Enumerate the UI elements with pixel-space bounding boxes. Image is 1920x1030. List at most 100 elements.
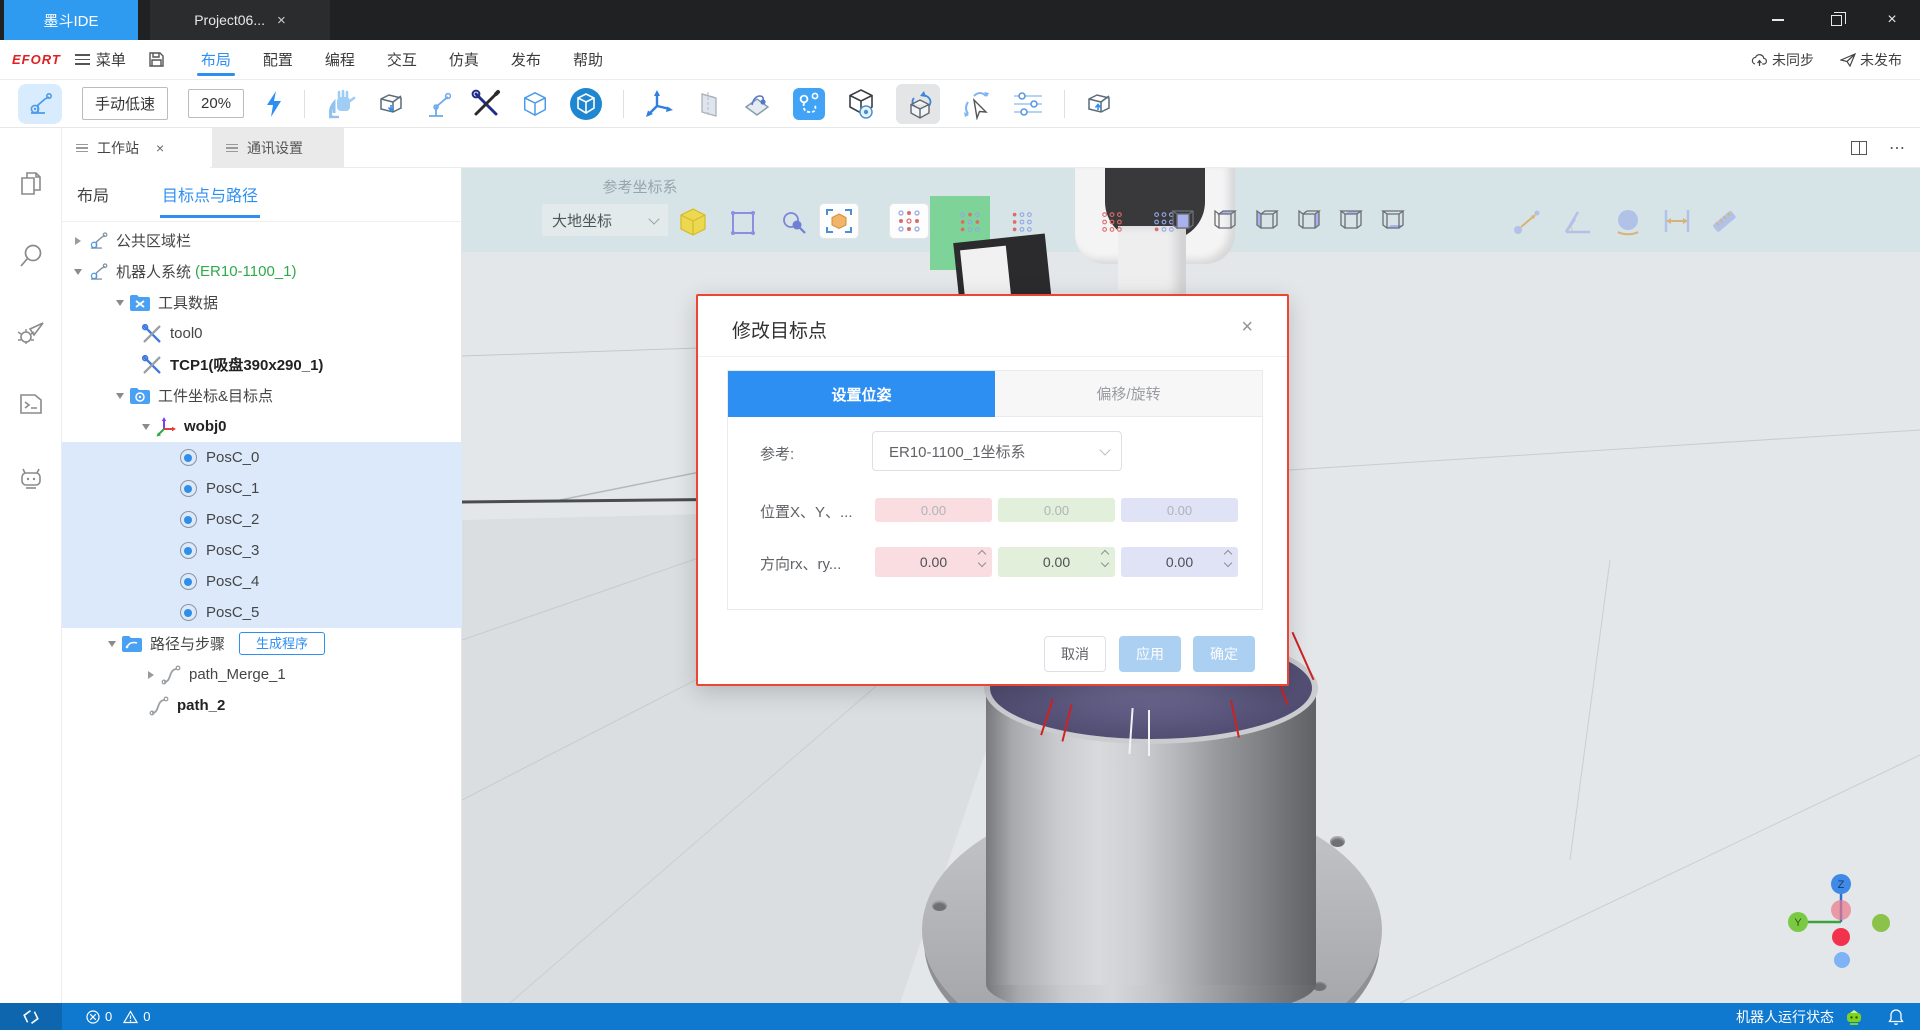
robot-arm-icon[interactable]	[425, 90, 451, 118]
orientation-gizmo[interactable]: Z Y	[1780, 850, 1920, 980]
yellow-cube-icon[interactable]	[678, 206, 708, 238]
restore-button[interactable]	[1808, 0, 1864, 40]
move-select-icon[interactable]	[960, 88, 992, 120]
subtab-targets-paths[interactable]: 目标点与路径	[162, 182, 258, 206]
tree-item-posc2[interactable]: PosC_2	[62, 504, 462, 535]
dialog-tab-offset-rotate[interactable]: 偏移/旋转	[995, 371, 1262, 417]
view-cube-right-icon[interactable]	[1294, 206, 1322, 234]
cancel-button[interactable]: 取消	[1044, 636, 1106, 672]
tab-close-icon[interactable]: ×	[156, 140, 164, 156]
measure-distance-icon[interactable]	[1512, 206, 1544, 236]
view-cube-button[interactable]	[569, 87, 603, 121]
point-grid-icon[interactable]	[1100, 210, 1124, 234]
quick-run-icon[interactable]	[264, 90, 284, 118]
position-x-field[interactable]: 0.00	[875, 498, 992, 522]
sidebar-item-terminal[interactable]	[0, 376, 62, 432]
menu-item-simulate[interactable]: 仿真	[447, 40, 481, 80]
menu-item-publish[interactable]: 发布	[509, 40, 543, 80]
apply-button[interactable]: 应用	[1119, 636, 1181, 672]
tree-item-common-area[interactable]: 公共区域栏	[62, 225, 462, 256]
frame-cube-icon[interactable]	[820, 204, 858, 238]
spinner-arrows[interactable]	[979, 551, 985, 566]
chevron-right-icon[interactable]	[143, 671, 159, 679]
chevron-down-icon[interactable]	[70, 269, 86, 275]
save-icon[interactable]	[148, 51, 165, 68]
view-cube-back-icon[interactable]	[1210, 206, 1238, 234]
speed-button[interactable]: 20%	[188, 89, 244, 118]
tree-item-posc0[interactable]: PosC_0	[62, 442, 462, 473]
controller-box-icon[interactable]	[377, 91, 405, 117]
remote-indicator[interactable]	[0, 1003, 62, 1030]
measure-circle-icon[interactable]	[1612, 206, 1644, 236]
tree-item-tcp1[interactable]: TCP1(吸盘390x290_1)	[62, 349, 462, 380]
cube-point-icon[interactable]	[846, 88, 876, 120]
project-tab-close-icon[interactable]: ×	[277, 12, 286, 29]
zoom-select-icon[interactable]	[780, 210, 808, 236]
point-grid-icon-active[interactable]	[890, 204, 928, 238]
tree-item-workpiece-coords[interactable]: 工件坐标&目标点	[62, 380, 462, 411]
menu-button[interactable]: 菜单	[75, 49, 126, 70]
orientation-rx-field[interactable]: 0.00	[875, 547, 992, 577]
axes-icon[interactable]	[644, 89, 674, 119]
sidebar-item-search[interactable]	[0, 228, 62, 284]
view-cube-top-icon[interactable]	[1336, 206, 1364, 234]
cube-outline-icon[interactable]	[521, 89, 549, 119]
target-path-button[interactable]	[792, 87, 826, 121]
tab-workstation[interactable]: 工作站 ×	[62, 128, 210, 168]
view-cube-left-icon[interactable]	[1252, 206, 1280, 234]
ref-coord-dropdown[interactable]: 大地坐标	[542, 204, 668, 236]
sidebar-item-files[interactable]	[0, 156, 62, 212]
sliders-icon[interactable]	[1012, 90, 1044, 118]
more-options-icon[interactable]: ⋯	[1889, 138, 1906, 158]
mode-button[interactable]: 手动低速	[82, 87, 168, 120]
app-tab[interactable]: 墨斗IDE	[4, 0, 138, 40]
bell-icon[interactable]	[1888, 1008, 1904, 1025]
tab-comm-settings[interactable]: 通讯设置	[212, 128, 344, 168]
menu-item-help[interactable]: 帮助	[571, 40, 605, 80]
select-region-icon[interactable]	[730, 210, 756, 236]
problems-indicator[interactable]: 0 0	[86, 1009, 150, 1024]
menu-item-program[interactable]: 编程	[323, 40, 357, 80]
mirror-plane-icon[interactable]	[694, 90, 722, 118]
map-pin-icon[interactable]	[742, 91, 772, 117]
export-box-icon[interactable]	[1085, 91, 1113, 117]
measure-width-icon[interactable]	[1660, 206, 1694, 236]
view-cube-front-icon[interactable]	[1168, 206, 1196, 234]
project-tab[interactable]: Project06... ×	[150, 0, 330, 40]
close-button[interactable]: ×	[1864, 0, 1920, 40]
sidebar-item-robot[interactable]	[0, 450, 62, 506]
tree-item-posc3[interactable]: PosC_3	[62, 535, 462, 566]
tree-item-posc4[interactable]: PosC_4	[62, 566, 462, 597]
chevron-down-icon[interactable]	[138, 424, 154, 430]
tree-item-robot-system[interactable]: 机器人系统 (ER10-1100_1)	[62, 256, 462, 287]
ref-frame-select[interactable]: ER10-1100_1坐标系	[872, 431, 1122, 471]
point-grid-icon[interactable]	[958, 210, 982, 234]
sync-status[interactable]: 未同步	[1751, 50, 1814, 70]
chevron-down-icon[interactable]	[112, 393, 128, 399]
publish-status[interactable]: 未发布	[1840, 50, 1902, 70]
tree-item-tool-data[interactable]: 工具数据	[62, 287, 462, 318]
tree-item-posc1[interactable]: PosC_1	[62, 473, 462, 504]
menu-item-layout[interactable]: 布局	[199, 40, 233, 80]
generate-program-button[interactable]: 生成程序	[239, 632, 325, 655]
hand-teach-icon[interactable]	[325, 89, 357, 119]
tree-item-path2[interactable]: path_2	[62, 690, 462, 721]
tree-item-posc5[interactable]: PosC_5	[62, 597, 462, 628]
measure-ruler-icon[interactable]	[1708, 206, 1740, 236]
tools-icon[interactable]	[471, 89, 501, 119]
orientation-rz-field[interactable]: 0.00	[1121, 547, 1238, 577]
dialog-close-icon[interactable]: ×	[1241, 316, 1253, 339]
chevron-right-icon[interactable]	[70, 237, 86, 245]
minimize-button[interactable]	[1750, 0, 1806, 40]
split-view-icon[interactable]	[1851, 141, 1867, 155]
view-cube-bottom-icon[interactable]	[1378, 206, 1406, 234]
subtab-layout[interactable]: 布局	[77, 182, 109, 206]
position-y-field[interactable]: 0.00	[998, 498, 1115, 522]
menu-item-config[interactable]: 配置	[261, 40, 295, 80]
position-z-field[interactable]: 0.00	[1121, 498, 1238, 522]
chevron-down-icon[interactable]	[112, 300, 128, 306]
spinner-arrows[interactable]	[1225, 551, 1231, 566]
sidebar-item-debug[interactable]	[0, 304, 62, 360]
tree-item-path-merge1[interactable]: path_Merge_1	[62, 659, 462, 690]
rotate-cube-button[interactable]	[896, 84, 940, 124]
